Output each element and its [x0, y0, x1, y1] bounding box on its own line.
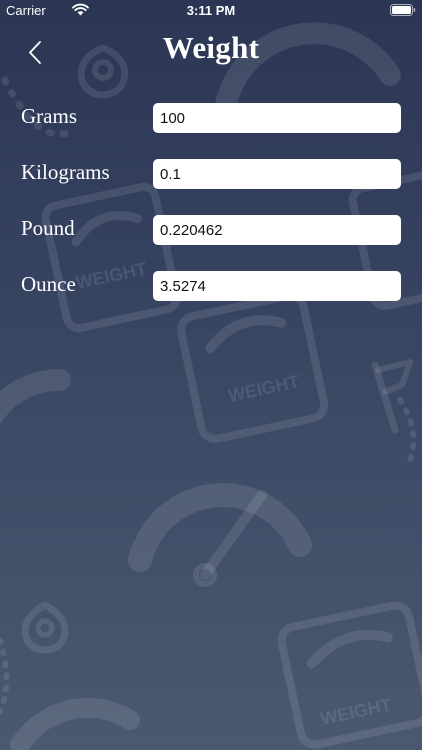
pound-label: Pound — [21, 216, 75, 240]
ounce-label: Ounce — [21, 272, 76, 296]
kilograms-input[interactable] — [153, 159, 401, 189]
ounce-input[interactable] — [153, 271, 401, 301]
grams-row: Grams — [0, 101, 422, 135]
page-title: Weight — [162, 30, 260, 65]
status-time: 3:11 PM — [186, 3, 236, 18]
kilograms-row: Kilograms — [0, 157, 422, 191]
ounce-row: Ounce — [0, 269, 422, 303]
watermark-text: WEIGHT — [319, 695, 394, 730]
watermark-text: WEIGHT — [226, 371, 301, 406]
pound-input[interactable] — [153, 215, 401, 245]
kilograms-label: Kilograms — [21, 160, 110, 184]
pound-row: Pound — [0, 213, 422, 247]
battery-icon — [390, 4, 416, 16]
status-bar: Carrier 3:11 PM — [0, 0, 422, 22]
grams-label: Grams — [21, 104, 77, 128]
grams-input[interactable] — [153, 103, 401, 133]
